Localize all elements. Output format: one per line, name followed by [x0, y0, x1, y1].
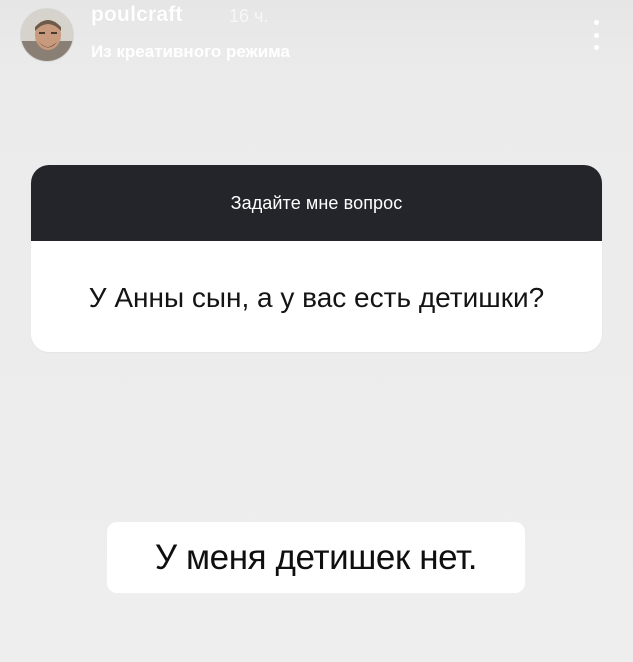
dot	[593, 45, 599, 50]
story-header: poulcraft 16 ч. Из креативного режима	[0, 0, 633, 80]
story-subtitle[interactable]: Из креативного режима	[91, 42, 290, 62]
avatar-image	[21, 9, 73, 61]
story-view: poulcraft 16 ч. Из креативного режима За…	[0, 0, 633, 662]
dot	[593, 20, 599, 25]
question-sticker-title: Задайте мне вопрос	[31, 165, 602, 241]
username[interactable]: poulcraft	[91, 3, 183, 27]
question-text: У Анны сын, а у вас есть детишки?	[88, 281, 545, 313]
answer-text: У меня детишек нет.	[107, 522, 525, 593]
post-time: 16 ч.	[229, 6, 269, 26]
avatar[interactable]	[20, 8, 74, 62]
more-vertical-icon[interactable]	[586, 18, 606, 52]
question-sticker[interactable]: Задайте мне вопрос У Анны сын, а у вас е…	[31, 165, 602, 352]
dot	[593, 32, 599, 38]
